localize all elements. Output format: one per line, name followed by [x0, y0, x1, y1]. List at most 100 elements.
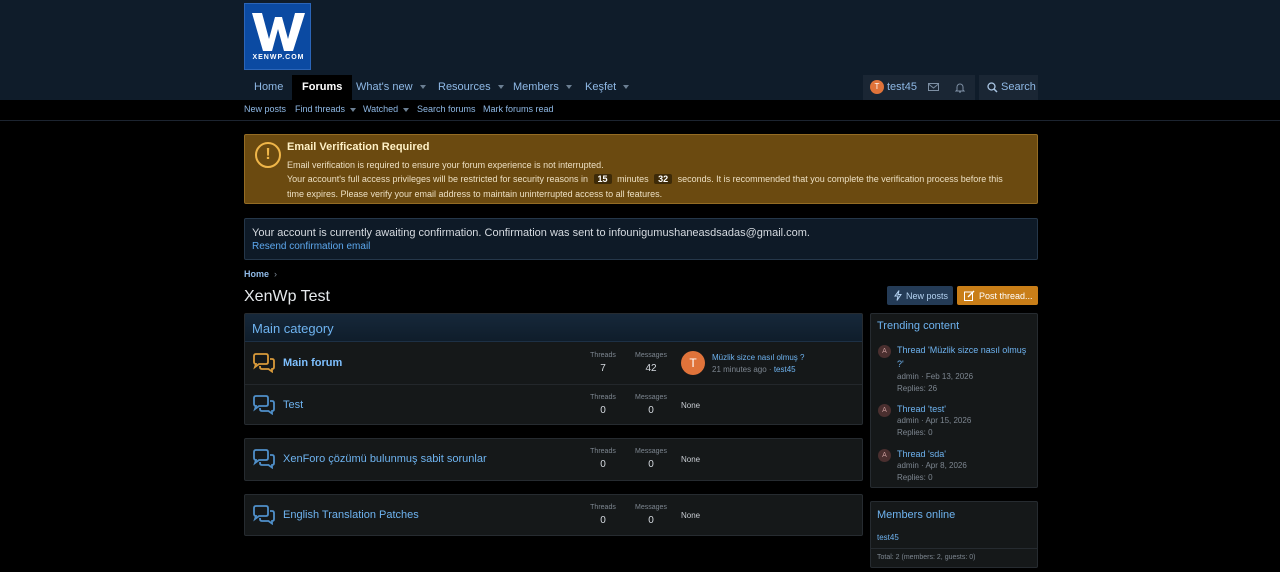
new-posts-button[interactable]: New posts: [887, 286, 953, 305]
forum-row: XenForo çözümü bulunmuş sabit sorunlar T…: [245, 439, 862, 480]
forum-title-link[interactable]: XenForo çözümü bulunmuş sabit sorunlar: [283, 453, 487, 465]
subnav-label: Watched: [363, 104, 399, 114]
forum-unread-icon: [253, 353, 275, 373]
search-icon: [987, 82, 998, 93]
tab-members[interactable]: Members: [503, 75, 582, 100]
online-user-link[interactable]: test45: [877, 533, 899, 542]
forum-icon: [253, 449, 275, 469]
category-header[interactable]: Main category: [245, 314, 862, 342]
notice-title: Email Verification Required: [287, 141, 430, 153]
new-posts-label: New posts: [906, 291, 949, 301]
tab-label: Keşfet: [585, 81, 617, 93]
tab-home[interactable]: Home: [244, 75, 293, 100]
forum-block: English Translation Patches Threads 0 Me…: [244, 494, 863, 536]
messages-count: 0: [648, 405, 654, 416]
tab-label: Resources: [438, 81, 491, 93]
trending-meta: admin · Apr 8, 2026: [897, 461, 967, 470]
lightning-icon: [894, 290, 902, 301]
threads-count: 0: [600, 405, 606, 416]
forum-block: XenForo çözümü bulunmuş sabit sorunlar T…: [244, 438, 863, 481]
forum-title-link[interactable]: English Translation Patches: [283, 509, 419, 521]
trending-meta: admin · Apr 15, 2026: [897, 416, 972, 425]
confirmation-text: Your account is currently awaiting confi…: [252, 227, 810, 239]
threads-label: Threads: [590, 352, 616, 359]
forum-row: Main forum Threads 7 Messages 42 T Müzli…: [245, 343, 862, 384]
notice-line: time expires. Please verify your email a…: [287, 189, 663, 199]
meta-separator: ·: [766, 365, 774, 374]
tab-whats-new[interactable]: What's new: [346, 75, 436, 100]
logo-w-icon: [252, 13, 305, 51]
bell-icon[interactable]: [955, 82, 965, 93]
chevron-down-icon[interactable]: [403, 107, 410, 112]
user-menu[interactable]: T test45: [863, 75, 975, 100]
avatar[interactable]: T: [681, 351, 705, 375]
forum-row: English Translation Patches Threads 0 Me…: [245, 495, 862, 536]
trending-replies: Replies: 0: [897, 473, 933, 482]
breadcrumb-home[interactable]: Home: [244, 269, 269, 279]
notice-text: Your account's full access privileges wi…: [287, 174, 589, 184]
chevron-down-icon[interactable]: [350, 107, 357, 112]
avatar[interactable]: A: [878, 449, 891, 462]
trending-thread-link[interactable]: Thread 'sda': [897, 447, 1027, 461]
trending-thread-link[interactable]: Thread 'Müzlik sizce nasıl olmuş ?': [897, 343, 1027, 371]
timer-seconds: 32: [654, 174, 673, 184]
messages-count: 0: [648, 459, 654, 470]
avatar[interactable]: T: [870, 80, 884, 94]
post-thread-button[interactable]: Post thread...: [957, 286, 1038, 305]
forum-icon: [253, 505, 275, 525]
subnav-label: Find threads: [295, 104, 346, 114]
tab-kesfet[interactable]: Keşfet: [575, 75, 639, 100]
category-title[interactable]: Main category: [252, 321, 334, 336]
online-total: Total: 2 (members: 2, guests: 0): [871, 548, 1037, 568]
last-post-title[interactable]: Müzlik sizce nasıl olmuş ?: [712, 353, 804, 362]
subnav-search-forums[interactable]: Search forums: [417, 104, 476, 114]
subnav-mark-read[interactable]: Mark forums read: [483, 104, 554, 114]
resend-confirmation-link[interactable]: Resend confirmation email: [252, 241, 370, 252]
page-title: XenWp Test: [244, 288, 330, 305]
chevron-down-icon[interactable]: [623, 85, 630, 90]
avatar[interactable]: A: [878, 404, 891, 417]
notice-line: Email verification is required to ensure…: [287, 160, 604, 170]
subnav-new-posts[interactable]: New posts: [244, 104, 286, 114]
search-button[interactable]: Search: [979, 75, 1038, 100]
exclamation-icon: !: [255, 142, 281, 168]
threads-count: 0: [600, 515, 606, 526]
forum-title-link[interactable]: Main forum: [283, 357, 342, 369]
no-last-post: None: [681, 511, 701, 520]
last-post-user[interactable]: test45: [774, 365, 796, 374]
subnav-watched[interactable]: Watched: [363, 104, 410, 114]
avatar[interactable]: A: [878, 345, 891, 358]
site-logo[interactable]: XENWP.COM: [244, 3, 311, 70]
messages-count: 0: [648, 515, 654, 526]
chevron-down-icon[interactable]: [419, 85, 426, 90]
messages-count: 42: [645, 363, 657, 374]
trending-title: Trending content: [877, 320, 960, 332]
messages-label: Messages: [635, 448, 667, 455]
notice-line: Your account's full access privileges wi…: [287, 174, 1003, 184]
no-last-post: None: [681, 401, 701, 410]
username[interactable]: test45: [887, 81, 917, 93]
trending-replies: Replies: 26: [897, 384, 938, 393]
forum-title-link[interactable]: Test: [283, 399, 303, 411]
threads-count: 0: [600, 459, 606, 470]
subnav-find-threads[interactable]: Find threads: [295, 104, 357, 114]
threads-count: 7: [600, 363, 606, 374]
trending-thread-link[interactable]: Thread 'test': [897, 402, 1027, 416]
envelope-icon[interactable]: [928, 82, 939, 92]
notice-text: minutes: [617, 174, 649, 184]
tab-label: Forums: [302, 81, 343, 93]
no-last-post: None: [681, 455, 701, 464]
tab-forums[interactable]: Forums: [292, 75, 353, 100]
trending-block: Trending content A Thread 'Müzlik sizce …: [870, 313, 1038, 488]
logo-text: XENWP.COM: [252, 54, 305, 61]
sub-nav: New posts Find threads Watched Search fo…: [0, 100, 1280, 121]
tab-label: What's new: [356, 81, 413, 93]
threads-label: Threads: [590, 394, 616, 401]
tab-label: Home: [254, 81, 284, 93]
last-post-time[interactable]: 21 minutes ago: [712, 365, 767, 374]
chevron-down-icon[interactable]: [565, 85, 572, 90]
site-header: XENWP.COM Home Forums What's new Resourc…: [0, 0, 1280, 100]
tab-resources[interactable]: Resources: [428, 75, 514, 100]
trending-replies: Replies: 0: [897, 428, 933, 437]
members-online-title[interactable]: Members online: [877, 509, 955, 521]
